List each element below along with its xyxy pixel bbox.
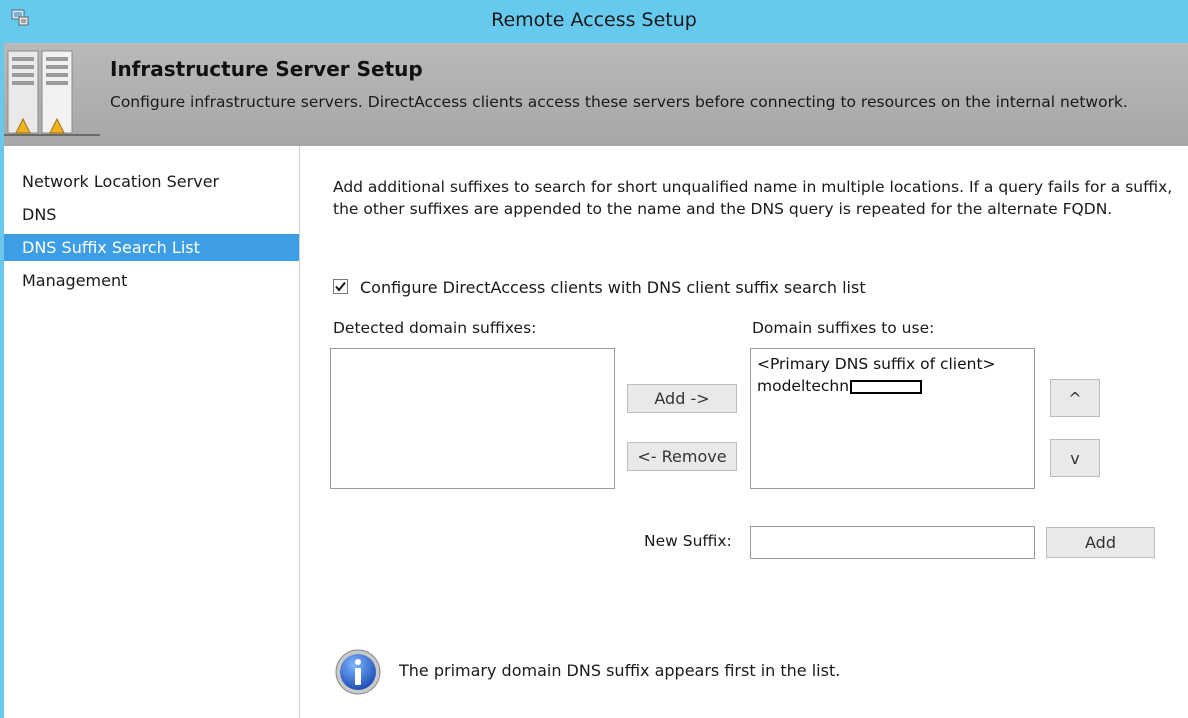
add-suffix-button[interactable]: Add -> — [627, 384, 737, 413]
wizard-content: Add additional suffixes to search for sh… — [300, 146, 1188, 718]
nav-item-management[interactable]: Management — [4, 267, 299, 294]
checkmark-icon — [335, 281, 346, 292]
list-item[interactable]: modeltechn — [751, 375, 1034, 397]
move-up-button[interactable]: ^ — [1050, 379, 1100, 417]
list-item[interactable]: <Primary DNS suffix of client> — [751, 353, 1034, 375]
wizard-nav: Network Location Server DNS DNS Suffix S… — [4, 146, 300, 718]
configure-suffix-list-label[interactable]: Configure DirectAccess clients with DNS … — [360, 278, 866, 297]
page-title: Infrastructure Server Setup — [110, 57, 423, 81]
nav-item-network-location-server[interactable]: Network Location Server — [4, 168, 299, 195]
suffixes-to-use-label: Domain suffixes to use: — [752, 319, 935, 337]
title-bar: Remote Access Setup — [0, 0, 1188, 43]
list-item-text: modeltechn — [757, 377, 850, 395]
new-suffix-input[interactable] — [750, 526, 1035, 559]
detected-suffixes-list[interactable] — [330, 348, 615, 489]
new-suffix-label: New Suffix: — [644, 532, 732, 550]
suffixes-to-use-list[interactable]: <Primary DNS suffix of client> modeltech… — [750, 348, 1035, 489]
server-icon — [4, 50, 100, 136]
move-down-button[interactable]: v — [1050, 439, 1100, 477]
info-message: The primary domain DNS suffix appears fi… — [399, 661, 841, 680]
window-title: Remote Access Setup — [491, 9, 697, 31]
detected-suffixes-label: Detected domain suffixes: — [333, 319, 537, 337]
nav-item-dns[interactable]: DNS — [4, 201, 299, 228]
wizard-window: Infrastructure Server Setup Configure in… — [4, 43, 1188, 718]
info-icon — [335, 649, 381, 695]
configure-suffix-list-checkbox[interactable] — [333, 279, 348, 294]
new-suffix-add-button[interactable]: Add — [1046, 527, 1155, 558]
redaction-box — [850, 379, 923, 394]
page-description: Configure infrastructure servers. Direct… — [110, 93, 1128, 111]
nav-item-dns-suffix-search-list[interactable]: DNS Suffix Search List — [4, 234, 299, 261]
remove-suffix-button[interactable]: <- Remove — [627, 442, 737, 471]
wizard-header: Infrastructure Server Setup Configure in… — [4, 43, 1188, 146]
section-description: Add additional suffixes to search for sh… — [333, 178, 1173, 218]
